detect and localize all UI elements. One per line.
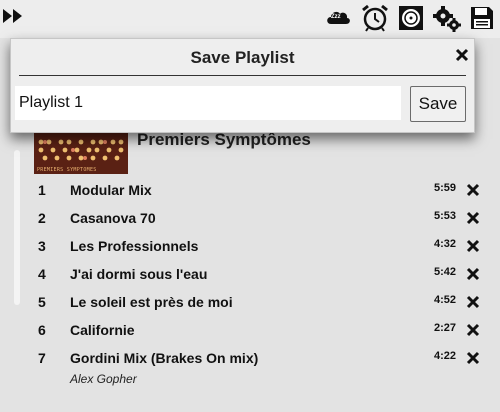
track-duration: 4:22 (433, 350, 456, 362)
fast-forward-icon[interactable] (2, 7, 24, 25)
track-duration: 5:53 (433, 210, 456, 222)
sleep-timer-icon[interactable]: Zzz (325, 3, 351, 33)
track-duration: 2:27 (433, 322, 456, 334)
album-title: Premiers Symptômes (137, 130, 311, 149)
playlist-name-input[interactable] (15, 86, 401, 120)
save-floppy-icon[interactable] (467, 3, 497, 33)
remove-track-icon[interactable] (466, 323, 480, 337)
track-row[interactable]: 4 J'ai dormi sous l'eau 5:42 (0, 260, 500, 288)
track-duration: 5:42 (433, 266, 456, 278)
dialog-divider (19, 75, 466, 76)
track-number: 3 (38, 238, 46, 254)
alarm-clock-icon[interactable] (359, 3, 391, 33)
track-row[interactable]: 1 Modular Mix 5:59 (0, 176, 500, 204)
settings-gears-icon[interactable] (432, 3, 462, 33)
remove-track-icon[interactable] (466, 211, 480, 225)
track-title: Californie (70, 322, 135, 338)
save-playlist-dialog: Save Playlist Save (10, 38, 475, 133)
track-title: J'ai dormi sous l'eau (70, 266, 208, 282)
track-duration: 4:32 (433, 238, 456, 250)
remove-track-icon[interactable] (466, 351, 480, 365)
track-number: 4 (38, 266, 46, 282)
track-title: Les Professionnels (70, 238, 199, 254)
top-toolbar: Zzz (0, 0, 500, 38)
track-number: 2 (38, 210, 46, 226)
track-artist: Alex Gopher (70, 372, 137, 386)
disk-icon[interactable] (396, 3, 426, 33)
album-art-caption: PREMIERS SYMPTOMES (37, 167, 97, 173)
track-number: 6 (38, 322, 46, 338)
track-number: 5 (38, 294, 46, 310)
track-row[interactable]: 5 Le soleil est près de moi 4:52 (0, 288, 500, 316)
track-title: Gordini Mix (Brakes On mix) (70, 350, 259, 366)
track-row[interactable]: 3 Les Professionnels 4:32 (0, 232, 500, 260)
sleep-label: Zzz (331, 14, 341, 20)
track-title: Modular Mix (70, 182, 152, 198)
dialog-title: Save Playlist (190, 48, 295, 67)
track-number: 1 (38, 182, 46, 198)
save-button[interactable]: Save (410, 86, 466, 122)
track-title: Le soleil est près de moi (70, 294, 233, 310)
track-row[interactable]: 2 Casanova 70 5:53 (0, 204, 500, 232)
track-title: Casanova 70 (70, 210, 156, 226)
remove-track-icon[interactable] (466, 267, 480, 281)
track-row[interactable]: 6 Californie 2:27 (0, 316, 500, 344)
remove-track-icon[interactable] (466, 295, 480, 309)
remove-track-icon[interactable] (466, 239, 480, 253)
track-number: 7 (38, 350, 46, 366)
remove-track-icon[interactable] (466, 183, 480, 197)
track-duration: 4:52 (433, 294, 456, 306)
track-duration: 5:59 (433, 182, 456, 194)
track-row[interactable]: 7 Gordini Mix (Brakes On mix) 4:22 (0, 344, 500, 372)
close-icon[interactable] (454, 47, 470, 63)
